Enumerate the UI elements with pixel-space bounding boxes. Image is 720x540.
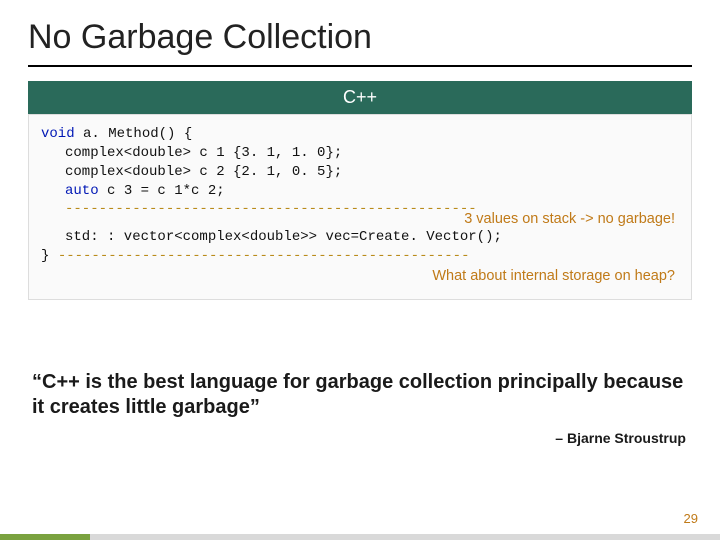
dashes: ----------------------------------------… — [58, 248, 470, 264]
dashed-divider-2: } --------------------------------------… — [41, 247, 679, 266]
code-line-3: complex<double> c 2 {2. 1, 0. 5}; — [41, 163, 679, 182]
code-block: void a. Method() { complex<double> c 1 {… — [28, 114, 692, 300]
code-line-5: std: : vector<complex<double>> vec=Creat… — [41, 228, 679, 247]
code-line-2: complex<double> c 1 {3. 1, 1. 0}; — [41, 144, 679, 163]
language-header: C++ — [28, 81, 692, 114]
slide-title: No Garbage Collection — [28, 18, 692, 57]
footer-bar — [0, 534, 720, 540]
accent-green — [0, 534, 90, 540]
code-line-1: void a. Method() { — [41, 125, 679, 144]
page-number: 29 — [684, 511, 698, 526]
quote-attribution: – Bjarne Stroustrup — [28, 430, 692, 446]
annotation-heap: What about internal storage on heap? — [41, 268, 679, 285]
dashes: ----------------------------------------… — [65, 201, 477, 217]
keyword-auto: auto — [65, 183, 99, 199]
accent-grey — [90, 534, 720, 540]
quote-text: “C++ is the best language for garbage co… — [28, 370, 692, 420]
closing-brace: } — [41, 247, 58, 266]
keyword-void: void — [41, 126, 75, 142]
title-underline — [28, 65, 692, 67]
code-line-4: auto c 3 = c 1*c 2; — [41, 182, 679, 201]
